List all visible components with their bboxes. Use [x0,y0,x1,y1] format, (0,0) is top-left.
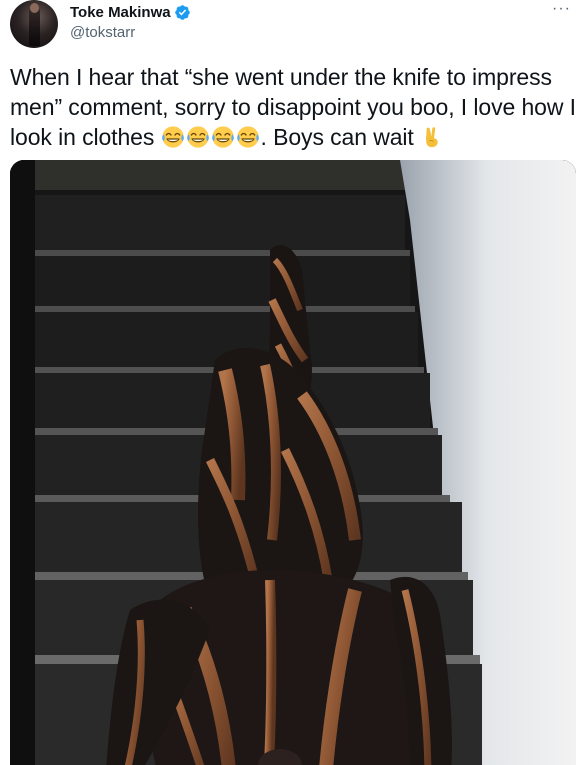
tweet-header: Toke Makinwa @tokstarr ··· [10,0,575,52]
verified-badge-icon [174,4,190,20]
avatar[interactable] [10,0,58,48]
victory-hand-emoji-icon [426,127,438,148]
laughing-crying-emoji-icon [161,126,184,148]
author-block[interactable]: Toke Makinwa @tokstarr [70,2,191,41]
handle[interactable]: @tokstarr [70,24,191,41]
laughing-crying-emoji-icon [186,126,209,148]
display-name[interactable]: Toke Makinwa [70,4,171,21]
more-options-icon[interactable]: ··· [552,0,571,18]
name-row: Toke Makinwa [70,2,191,22]
tweet[interactable]: Toke Makinwa @tokstarr ··· When I hear t… [0,0,581,765]
tweet-text-part2: . Boys can wait [260,124,421,150]
tweet-photo[interactable] [10,160,576,765]
stairs-photo [10,160,576,765]
laughing-crying-emoji-icon [211,126,234,148]
tweet-text: When I hear that “she went under the kni… [10,62,578,152]
avatar-head [30,3,39,13]
laughing-crying-emoji-icon [236,126,259,148]
